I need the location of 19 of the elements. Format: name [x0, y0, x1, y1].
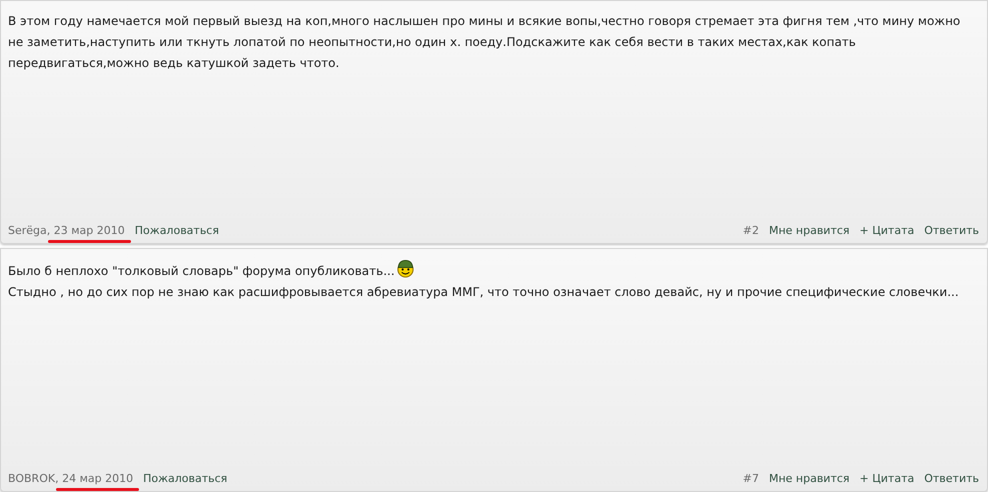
action-link[interactable]: Ответить [924, 472, 979, 485]
author-name: Serёga [8, 224, 47, 237]
report-link[interactable]: Пожаловаться [134, 224, 219, 237]
post-date: 24 мар 2010 [62, 472, 134, 485]
post-date: 23 мар 2010 [54, 224, 125, 237]
separator-text: , [46, 224, 50, 237]
post-number[interactable]: #7 [742, 472, 759, 485]
action-link[interactable]: Мне нравится [768, 472, 850, 485]
action-link[interactable]: + Цитата [860, 224, 914, 237]
action-link[interactable]: Ответить [924, 224, 979, 237]
author-name: BOBROK [8, 472, 56, 485]
action-link[interactable]: Мне нравится [768, 224, 850, 237]
action-link[interactable]: + Цитата [860, 472, 914, 485]
post-message: Стыдно , но до сих пор не знаю как расшифровывается абревиатура ММГ, что точно означает слово девайс, ну и прочие специфические словечки... [8, 284, 960, 301]
report-link[interactable]: Пожаловаться [143, 472, 228, 485]
post-message: Было б неплохо "толковый словарь" форума опубликовать... [8, 259, 979, 282]
post-number[interactable]: #2 [742, 224, 759, 237]
post-message: В этом году намечается мой первый выезд на коп,много наслышен про мины и всякие вопы,честно говоря стремает эта фигня тем ,что мину можно не заметить,наступить или ткнуть лопатой по неопытности,но один х. поеду.Подскажите как себя вести в таких местах,как копать передвигаться,можно ведь катушкой задеть чтото. [8, 13, 962, 72]
separator-text: , [55, 472, 59, 485]
